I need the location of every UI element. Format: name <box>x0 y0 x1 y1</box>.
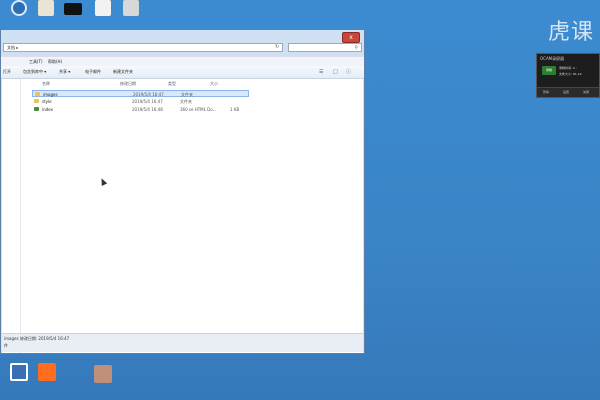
file-name: index <box>42 107 53 112</box>
view-options-icon[interactable]: ☰ <box>319 66 323 78</box>
menu-bar: 工具(T) 帮助(H) <box>1 56 364 66</box>
desktop-icon-3[interactable] <box>58 3 88 16</box>
close-widget-button[interactable]: 关闭 <box>583 90 589 94</box>
address-row: 文档 ▸ ↻ ⚲ <box>3 43 362 53</box>
brand-watermark: 虎课 <box>547 20 594 45</box>
preview-pane-icon[interactable]: □ <box>333 66 338 78</box>
record-button[interactable]: 录制 <box>542 66 556 75</box>
refresh-icon[interactable]: ↻ <box>275 44 279 50</box>
desktop-icon-1[interactable] <box>4 0 34 17</box>
file-type: 360 se HTML Do... <box>180 107 217 112</box>
toolbar-include-library-button[interactable]: 包含到库中 ▾ <box>23 66 46 78</box>
desktop: 虎课 位置 (C:) (E:) (E:) (F:) (G:) (I:) y (J… <box>0 0 600 400</box>
file-date: 2019/5/4 16:48 <box>132 107 163 112</box>
document-icon <box>95 0 111 16</box>
file-size-readout: 文件大小: 81.19 <box>559 72 582 76</box>
column-header-type[interactable]: 类型 <box>168 80 176 87</box>
file-row[interactable]: images 2019/5/4 16:47 文件夹 <box>32 90 249 97</box>
status-details: images 修改日期: 2019/5/4 16:47 <box>4 336 70 341</box>
toolbar-email-button[interactable]: 电子邮件 <box>85 66 101 78</box>
desktop-icon-2[interactable] <box>31 0 61 17</box>
document-icon <box>123 0 139 16</box>
column-header-date[interactable]: 修改日期 <box>120 80 136 87</box>
file-name: images <box>43 92 58 97</box>
file-date: 2019/5/4 16:47 <box>133 92 164 97</box>
status-sub: 件 <box>4 343 8 348</box>
file-type: 文件夹 <box>180 99 192 104</box>
widget-footer: 暂停 设置 关闭 <box>537 87 599 97</box>
html-file-icon <box>34 107 39 111</box>
toolbar-new-folder-button[interactable]: 新建文件夹 <box>113 66 133 78</box>
search-input[interactable]: ⚲ <box>288 43 362 52</box>
document-icon <box>38 0 54 16</box>
status-bar: images 修改日期: 2019/5/4 16:47 件 <box>2 333 363 352</box>
toolbar-share-button[interactable]: 共享 ▾ <box>59 66 70 78</box>
desktop-icon-7[interactable] <box>34 363 60 382</box>
desktop-icon-4[interactable] <box>88 0 118 17</box>
explorer-window: x 文档 ▸ ↻ ⚲ 工具(T) 帮助(H) 打开 包含到库中 ▾ 共享 ▾ 电… <box>0 29 365 354</box>
widget-title: OCAM录屏器 <box>540 56 565 61</box>
recorder-widget: OCAM录屏器 录制 录制时间: 0 : 文件大小: 81.19 暂停 设置 关… <box>536 53 600 98</box>
file-row[interactable]: style 2019/5/4 16:47 文件夹 <box>32 98 249 105</box>
toolbar-open-button[interactable]: 打开 <box>3 66 11 78</box>
menu-item-tools[interactable]: 工具(T) <box>29 57 43 66</box>
content-pane: 名称 修改日期 类型 大小 images 2019/5/4 16:47 文件夹 … <box>2 79 363 353</box>
navigation-pane <box>2 79 21 353</box>
photo-file-icon <box>94 365 112 383</box>
column-header-size[interactable]: 大小 <box>210 80 218 87</box>
menu-item-help[interactable]: 帮助(H) <box>48 57 62 66</box>
desktop-icon-6[interactable] <box>6 363 32 382</box>
file-row[interactable]: index 2019/5/4 16:48 360 se HTML Do... 1… <box>32 106 249 113</box>
folder-icon <box>35 92 40 96</box>
address-bar[interactable]: 文档 ▸ <box>3 43 283 52</box>
search-icon: ⚲ <box>354 45 358 51</box>
file-list: 名称 修改日期 类型 大小 images 2019/5/4 16:47 文件夹 … <box>20 79 363 353</box>
monitor-icon <box>64 3 82 15</box>
record-time: 录制时间: 0 : <box>559 66 577 70</box>
pause-button[interactable]: 暂停 <box>543 90 549 94</box>
settings-button[interactable]: 设置 <box>563 90 569 94</box>
close-button[interactable]: x <box>342 32 360 43</box>
file-name: style <box>42 99 52 104</box>
folder-icon <box>34 99 39 103</box>
desktop-icon-5[interactable] <box>116 0 146 17</box>
desktop-icon-8[interactable] <box>90 365 116 384</box>
file-date: 2019/5/4 16:47 <box>132 99 163 104</box>
file-type: 文件夹 <box>181 92 193 97</box>
column-header-name[interactable]: 名称 <box>42 80 50 87</box>
file-size: 1 KB <box>230 107 240 112</box>
spreadsheet-icon <box>10 363 28 381</box>
help-icon[interactable]: ⓘ <box>346 66 351 78</box>
toolbar: 打开 包含到库中 ▾ 共享 ▾ 电子邮件 新建文件夹 ☰ □ ⓘ <box>1 66 364 79</box>
app-icon <box>11 0 27 16</box>
paint-app-icon <box>38 363 56 381</box>
